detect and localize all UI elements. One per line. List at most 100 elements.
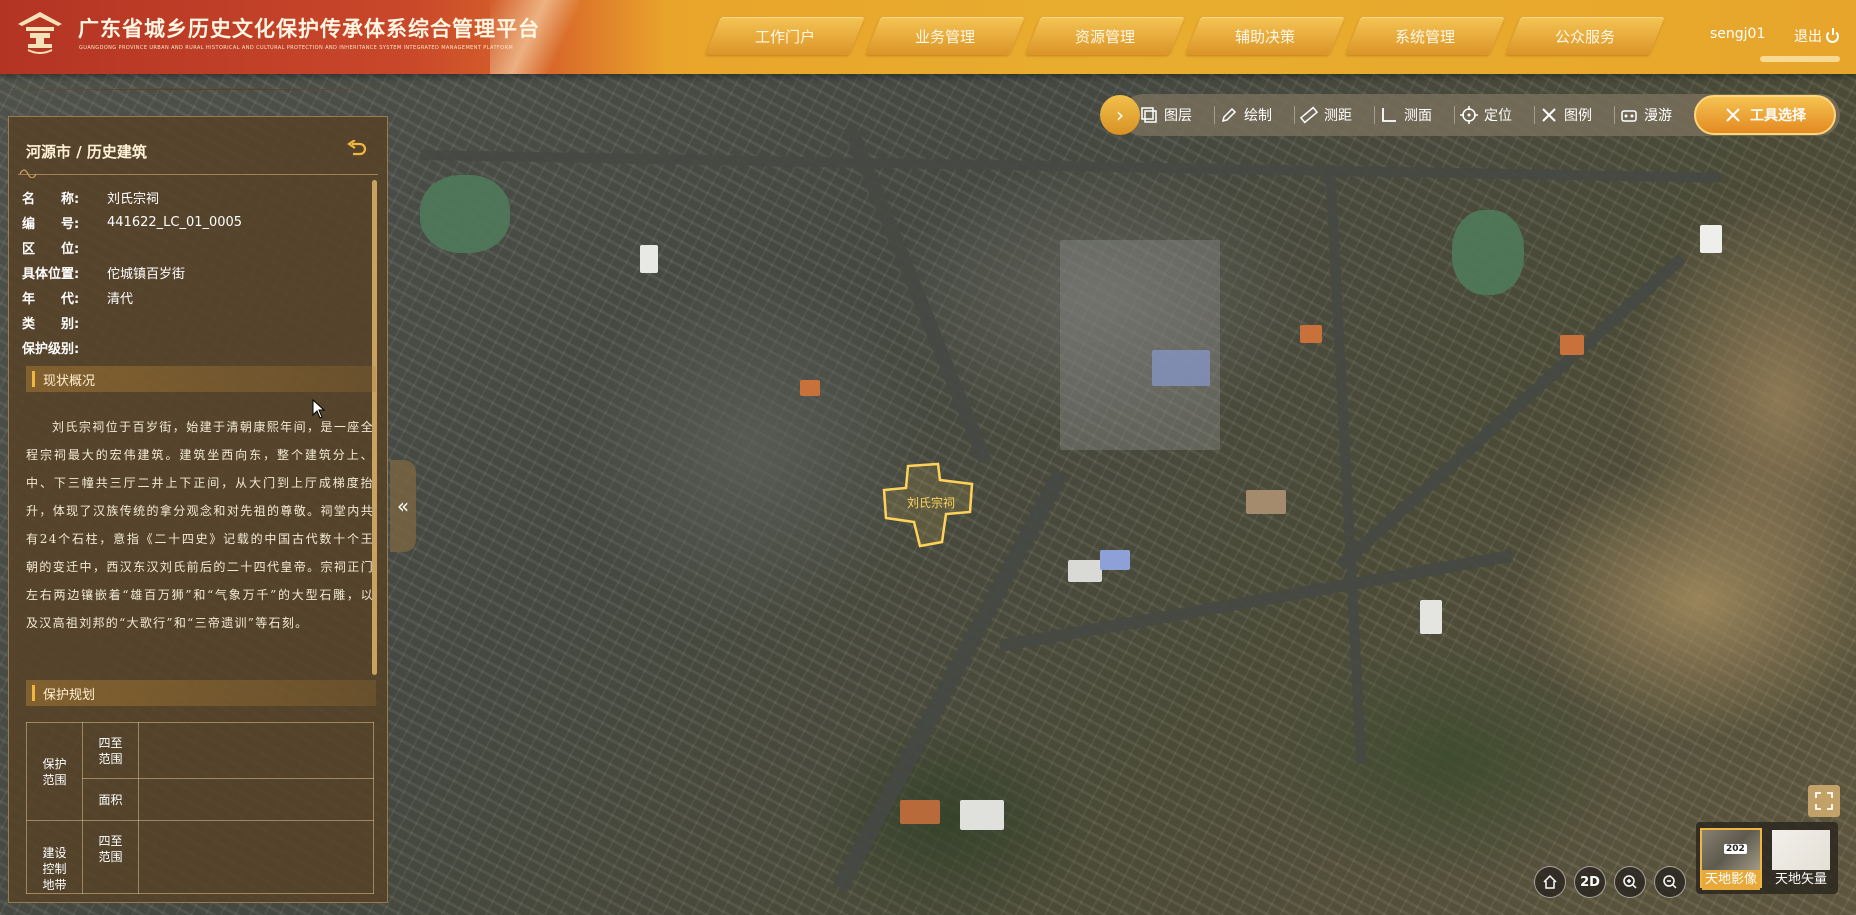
- tool-label: 图例: [1564, 108, 1592, 124]
- toolbar-collapse-button[interactable]: ›: [1100, 95, 1140, 135]
- mode-2d-button[interactable]: 2D: [1574, 866, 1606, 898]
- toolbar-divider: [1294, 106, 1295, 124]
- zoom-in-icon: [1623, 875, 1637, 889]
- road: [1335, 253, 1686, 571]
- attr-key: 编 号:: [22, 216, 80, 232]
- section-status-header: 现状概况: [26, 366, 376, 392]
- header-ornament: [1760, 56, 1840, 62]
- tool-measure-distance[interactable]: 测距: [1300, 100, 1352, 130]
- nav-label: 公众服务: [1554, 27, 1615, 46]
- basemap-vector[interactable]: 天地矢量: [1770, 828, 1832, 888]
- attr-era: 年 代: 清代: [22, 286, 133, 308]
- logout-label: 退出: [1794, 29, 1822, 45]
- expand-icon: [1815, 792, 1833, 810]
- tool-roam[interactable]: 漫游: [1620, 100, 1672, 130]
- plan-value-cell: [138, 722, 374, 779]
- home-button[interactable]: [1534, 866, 1566, 898]
- plan-group-cell: 建设控制地带: [26, 820, 83, 894]
- basemap-imagery[interactable]: 202 天地影像: [1700, 828, 1762, 890]
- nav-label: 系统管理: [1394, 27, 1455, 46]
- basemap-label: 天地矢量: [1774, 872, 1827, 887]
- building: [800, 380, 820, 396]
- roam-icon: [1621, 110, 1637, 122]
- toolbar-divider: [1454, 106, 1455, 124]
- scroll-ornament-icon: [19, 169, 37, 178]
- tools-cross-icon: [1542, 108, 1556, 122]
- plan-group-label: 建设控制地带: [42, 846, 67, 892]
- attr-key: 保护级别:: [22, 341, 80, 357]
- nav-resource-management[interactable]: 资源管理: [1033, 17, 1177, 55]
- status-description: 刘氏宗祠位于百岁街，始建于清朝康熙年间，是一座全程宗祠最大的宏伟建筑。建筑坐西向…: [26, 420, 374, 630]
- toolbar-divider: [1534, 106, 1535, 124]
- basemap-switcher: 202 天地影像 天地矢量: [1696, 822, 1838, 894]
- panel-heading: 河源市 / 历史建筑: [26, 143, 147, 161]
- attr-value: 441622_LC_01_0005: [107, 214, 243, 230]
- detail-panel: 河源市 / 历史建筑 名 称: 刘氏宗祠 编 号: 441622_LC_01_0…: [8, 88, 388, 903]
- building: [1700, 225, 1722, 253]
- tool-select-label: 工具选择: [1750, 108, 1806, 124]
- tool-label: 漫游: [1644, 108, 1672, 124]
- panel-divider: [18, 174, 378, 175]
- tool-label: 测距: [1324, 108, 1352, 124]
- building: [640, 245, 658, 273]
- road: [1325, 164, 1367, 765]
- attr-value: 刘氏宗祠: [107, 191, 160, 207]
- tool-layers[interactable]: 图层: [1140, 100, 1192, 130]
- building: [960, 800, 1004, 830]
- power-icon: [1826, 27, 1839, 43]
- tool-label: 定位: [1484, 108, 1512, 124]
- attr-key: 具体位置:: [22, 266, 80, 282]
- plan-table: 保护范围 四至范围 面积 建设控制地带 四至范围: [26, 722, 374, 894]
- attr-key: 类 别:: [22, 316, 80, 332]
- tool-draw[interactable]: 绘制: [1220, 100, 1272, 130]
- map-toolbar: › 图层 绘制 测距 测面 定位 图例 漫游 工具选择: [1100, 94, 1840, 136]
- section-title: 保护规划: [43, 687, 96, 703]
- parcel-label: 刘氏宗祠: [907, 496, 956, 510]
- pencil-icon: [1221, 107, 1237, 123]
- nav-label: 业务管理: [914, 27, 975, 46]
- attr-address: 具体位置: 佗城镇百岁街: [22, 261, 185, 283]
- toolbar-divider: [1374, 106, 1375, 124]
- logout-button[interactable]: 退出: [1794, 26, 1839, 46]
- zoom-in-button[interactable]: [1614, 866, 1646, 898]
- building: [900, 800, 940, 824]
- building: [1246, 490, 1286, 514]
- plan-row-label: 面积: [98, 792, 123, 807]
- back-arrow-icon[interactable]: [346, 140, 368, 160]
- plan-value-cell: [138, 820, 374, 894]
- attr-key: 名 称:: [22, 191, 80, 207]
- mouse-cursor-icon: [312, 399, 326, 419]
- tool-legend[interactable]: 图例: [1540, 100, 1592, 130]
- tool-select-button[interactable]: 工具选择: [1694, 95, 1836, 135]
- attr-protection-level: 保护级别:: [22, 336, 107, 358]
- plan-row-label: 四至范围: [98, 834, 123, 864]
- zoom-out-button[interactable]: [1654, 866, 1686, 898]
- nav-label: 辅助决策: [1234, 27, 1295, 46]
- ruler-icon: [1300, 106, 1318, 124]
- panel-collapse-button[interactable]: «: [390, 460, 416, 552]
- crosshair-icon: [1460, 106, 1478, 124]
- section-title: 现状概况: [43, 373, 96, 389]
- attr-code: 编 号: 441622_LC_01_0005: [22, 211, 242, 233]
- tool-measure-area[interactable]: 测面: [1380, 100, 1432, 130]
- nav-work-portal[interactable]: 工作门户: [713, 17, 857, 55]
- tool-label: 绘制: [1244, 108, 1272, 124]
- plan-group-label: 保护范围: [42, 756, 67, 787]
- building: [1100, 550, 1130, 570]
- current-user: sengj01: [1710, 26, 1766, 42]
- double-chevron-left-icon: «: [396, 494, 410, 518]
- nav-business-management[interactable]: 业务管理: [873, 17, 1017, 55]
- building: [1068, 560, 1102, 582]
- nav-system-management[interactable]: 系统管理: [1353, 17, 1497, 55]
- route-badge: 202: [1724, 844, 1747, 854]
- layers-icon: [1141, 107, 1157, 123]
- fullscreen-button[interactable]: [1808, 785, 1840, 817]
- top-header: 广东省城乡历史文化保护传承体系综合管理平台 GUANGDONG PROVINCE…: [0, 0, 1856, 74]
- tool-locate[interactable]: 定位: [1460, 100, 1512, 130]
- tool-label: 测面: [1404, 108, 1432, 124]
- nav-public-service[interactable]: 公众服务: [1513, 17, 1657, 55]
- home-icon: [1543, 874, 1557, 889]
- plan-row-label-cell: 四至范围: [82, 722, 139, 779]
- tools-icon: [1726, 108, 1740, 122]
- nav-decision-support[interactable]: 辅助决策: [1193, 17, 1337, 55]
